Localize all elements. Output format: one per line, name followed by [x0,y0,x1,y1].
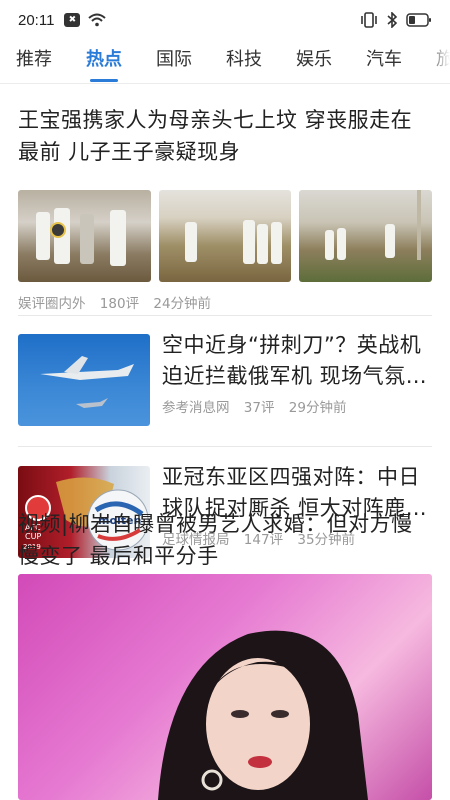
portrait-image [158,630,368,800]
news-meta: 参考消息网 37评 29分钟前 [162,396,356,416]
news-time: 29分钟前 [288,400,347,416]
tab-fade [426,40,450,83]
tab-recommend[interactable]: 推荐 [16,40,52,83]
notification-badge-icon: ✖ [64,13,81,27]
news-time: 24分钟前 [153,296,212,312]
status-bar: 20:11 ✖ [0,0,450,40]
divider [18,446,432,447]
news-thumbnail [299,190,433,282]
tab-auto[interactable]: 汽车 [366,40,402,83]
battery-icon [406,13,431,27]
thumbnail-row [18,190,433,282]
wifi-icon [88,13,107,27]
news-thumbnail [18,190,151,282]
aircraft-image [40,356,134,408]
video-thumbnail[interactable] [18,574,432,800]
tab-international[interactable]: 国际 [156,40,192,83]
news-thumbnail [158,190,292,282]
divider [18,315,432,316]
news-thumbnail [18,334,150,426]
bluetooth-icon [387,12,398,28]
tab-entertainment[interactable]: 娱乐 [296,40,332,83]
news-source: 参考消息网 [162,400,230,416]
category-tab-bar: 推荐 热点 国际 科技 娱乐 汽车 旅游 [0,40,450,84]
vibrate-icon [361,12,377,28]
news-item[interactable]: 王宝强携家人为母亲头七上坟 穿丧服走在最前 儿子王子豪疑现身 娱评圈内外 180… [18,104,433,312]
tab-tech[interactable]: 科技 [226,40,262,83]
news-title: 视频|柳岩自曝曾被男艺人求婚：但对方慢慢变了 最后和平分手 [18,512,413,568]
news-item[interactable]: 空中近身“拼刺刀”？英战机迫近拦截俄军机 现场气氛… 参考消息网 37评 29分… [18,333,432,428]
news-title: 空中近身“拼刺刀”？英战机迫近拦截俄军机 现场气氛… [162,333,428,388]
news-meta: 娱评圈内外 180评 24分钟前 [18,292,221,312]
news-comments: 37评 [243,400,275,416]
news-item[interactable]: 视频|柳岩自曝曾被男艺人求婚：但对方慢慢变了 最后和平分手 [18,508,432,572]
news-title: 王宝强携家人为母亲头七上坟 穿丧服走在最前 儿子王子豪疑现身 [18,108,413,164]
tab-hot[interactable]: 热点 [86,40,122,83]
status-time: 20:11 [18,11,55,29]
news-comments: 180评 [99,296,140,312]
news-source: 娱评圈内外 [18,296,86,312]
news-text: 空中近身“拼刺刀”？英战机迫近拦截俄军机 现场气氛… [162,330,432,392]
